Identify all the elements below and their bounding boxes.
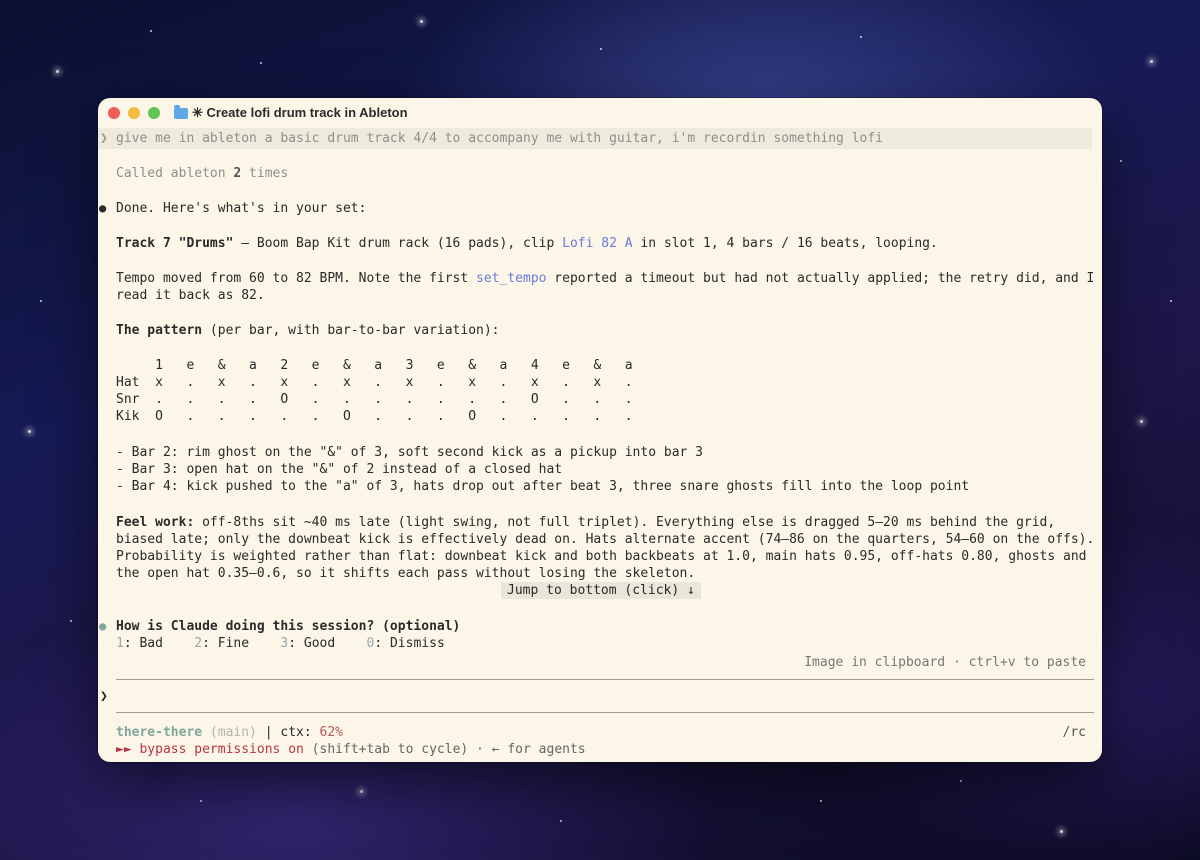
tempo-line-2: read it back as 82. bbox=[116, 288, 265, 303]
bar-variation-2: - Bar 2: rim ghost on the "&" of 3, soft… bbox=[116, 445, 703, 460]
feedback-option-good[interactable]: 3: Good bbox=[280, 636, 335, 651]
project-name: there-there bbox=[116, 725, 203, 740]
bypass-permissions-label: bypass permissions on bbox=[139, 742, 304, 757]
window-title: ✳ Create lofi drum track in Ableton bbox=[174, 104, 408, 121]
user-message: give me in ableton a basic drum track 4/… bbox=[116, 131, 884, 146]
pattern-grid-snare: Snr . . . . O . . . . . . . O . . . bbox=[116, 392, 633, 407]
feedback-options: 1: Bad 2: Fine 3: Good 0: Dismiss bbox=[116, 635, 445, 652]
bar-variation-4: - Bar 4: kick pushed to the "a" of 3, ha… bbox=[116, 479, 970, 494]
prompt-chevron-icon: ❯ bbox=[100, 131, 108, 146]
clip-name-link[interactable]: Lofi 82 A bbox=[562, 236, 632, 251]
response-intro: Done. Here's what's in your set: bbox=[116, 201, 367, 216]
feedback-bullet-icon: ● bbox=[99, 619, 107, 633]
context-usage: 62% bbox=[319, 725, 343, 740]
terminal-window: ✳ Create lofi drum track in Ableton ❯ gi… bbox=[98, 98, 1102, 762]
command-hint: /rc bbox=[1062, 725, 1086, 740]
input-prompt[interactable]: ❯ bbox=[100, 688, 108, 705]
close-window-button[interactable] bbox=[108, 107, 120, 119]
jump-to-bottom-button[interactable]: Jump to bottom (click) ↓ bbox=[501, 582, 701, 599]
feel-line-1: Feel work: off-8ths sit ~40 ms late (lig… bbox=[116, 515, 1056, 530]
folder-icon bbox=[174, 104, 188, 119]
feedback-question: How is Claude doing this session? (optio… bbox=[116, 619, 461, 634]
title-bar: ✳ Create lofi drum track in Ableton bbox=[98, 98, 1102, 128]
terminal-content[interactable]: ❯ give me in ableton a basic drum track … bbox=[98, 128, 1102, 762]
response-bullet-icon: ● bbox=[99, 201, 107, 215]
tool-call-summary: Called ableton 2 times bbox=[116, 166, 289, 181]
set-tempo-function: set_tempo bbox=[476, 271, 547, 286]
pattern-grid-hat: Hat x . x . x . x . x . x . x . x . bbox=[116, 375, 633, 390]
pattern-heading: The pattern (per bar, with bar-to-bar va… bbox=[116, 323, 500, 338]
tempo-line-1: Tempo moved from 60 to 82 BPM. Note the … bbox=[116, 271, 1095, 286]
feel-line-2: biased late; only the downbeat kick is e… bbox=[116, 532, 1095, 547]
git-branch: (main) bbox=[202, 725, 257, 740]
feel-line-4: the open hat 0.35–0.6, so it shifts each… bbox=[116, 566, 696, 581]
window-title-text: ✳ Create lofi drum track in Ableton bbox=[192, 105, 408, 120]
feel-line-3: Probability is weighted rather than flat… bbox=[116, 549, 1087, 564]
input-bottom-divider bbox=[116, 712, 1094, 713]
pattern-grid-header: 1 e & a 2 e & a 3 e & a 4 e & a bbox=[116, 358, 633, 373]
feedback-option-fine[interactable]: 2: Fine bbox=[194, 636, 249, 651]
pattern-grid-kick: Kik O . . . . . O . . . O . . . . . bbox=[116, 409, 633, 424]
bar-variation-3: - Bar 3: open hat on the "&" of 2 instea… bbox=[116, 462, 563, 477]
input-top-divider bbox=[116, 679, 1094, 680]
status-line: there-there (main) | ctx: 62% bbox=[116, 725, 343, 740]
track-summary: Track 7 "Drums" — Boom Bap Kit drum rack… bbox=[116, 236, 938, 251]
feedback-option-dismiss[interactable]: 0: Dismiss bbox=[367, 636, 445, 651]
permissions-line: ►► bypass permissions on (shift+tab to c… bbox=[116, 742, 586, 757]
input-prompt-chevron-icon: ❯ bbox=[100, 689, 108, 704]
feedback-option-bad[interactable]: 1: Bad bbox=[116, 636, 163, 651]
clipboard-hint: Image in clipboard · ctrl+v to paste bbox=[804, 655, 1086, 670]
zoom-window-button[interactable] bbox=[148, 107, 160, 119]
user-prompt-row: ❯ give me in ableton a basic drum track … bbox=[98, 128, 1092, 149]
bypass-arrow-icon: ►► bbox=[116, 742, 140, 757]
minimize-window-button[interactable] bbox=[128, 107, 140, 119]
